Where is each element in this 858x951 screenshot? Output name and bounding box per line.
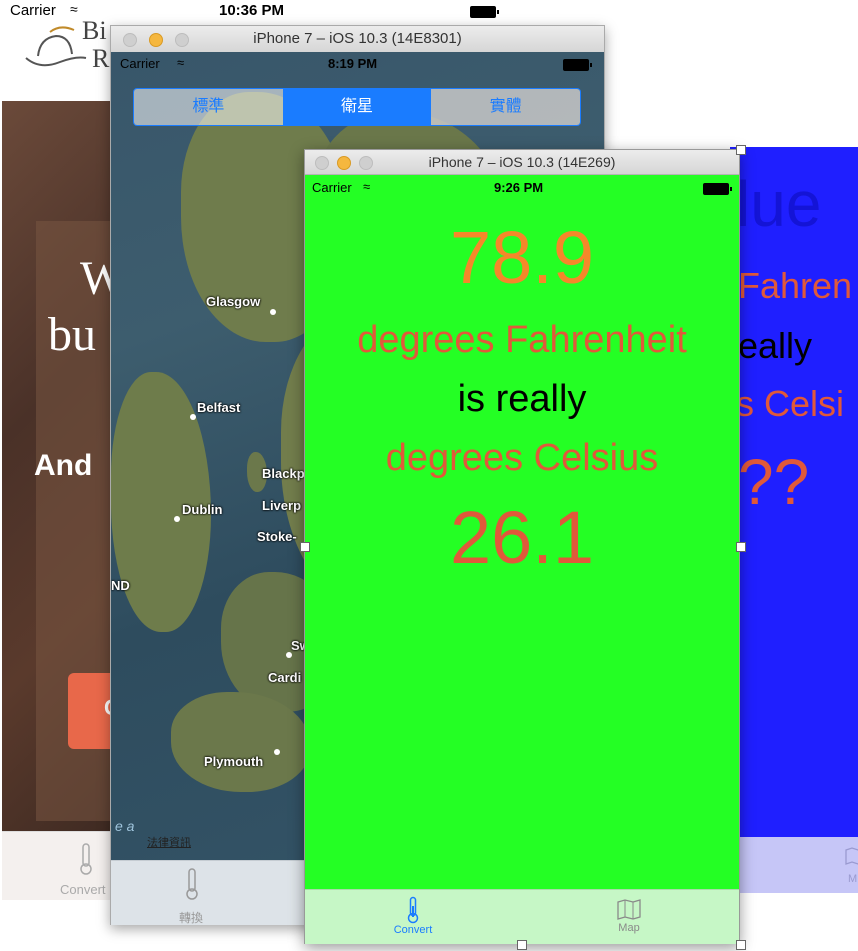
wifi-icon: ≈: [363, 179, 371, 194]
converter-carrier-label: Carrier: [312, 180, 352, 195]
map-window-title: iPhone 7 – iOS 10.3 (14E8301): [253, 30, 462, 47]
wifi-icon: ≈: [177, 55, 185, 70]
city-label-belfast: Belfast: [197, 400, 241, 415]
resize-handle-bottom-right[interactable]: [736, 940, 746, 950]
blue-celsius-partial: s Celsi: [736, 383, 845, 424]
city-label-dublin: Dublin: [182, 502, 223, 517]
city-label-glasgow: Glasgow: [206, 294, 261, 309]
window-minimize-button[interactable]: [149, 33, 163, 47]
map-type-segmented-control[interactable]: 標準 衛星 實體: [133, 88, 581, 126]
resize-handle-left-middle[interactable]: [300, 542, 310, 552]
battery-icon: [470, 6, 499, 18]
city-label-plymouth: Plymouth: [204, 754, 264, 769]
map-carrier-label: Carrier: [120, 56, 160, 71]
city-marker-swansea: [286, 652, 292, 658]
battery-icon: [703, 183, 732, 195]
city-marker-belfast: [190, 414, 196, 420]
city-label-liverpool: Liverp: [262, 498, 302, 513]
converter-time-label: 9:26 PM: [494, 180, 544, 195]
celsius-label: degrees Celsius: [385, 437, 659, 479]
city-label-cardiff: Cardi: [268, 670, 302, 685]
city-marker-glasgow: [270, 309, 276, 315]
resize-handle-bottom-middle[interactable]: [517, 940, 527, 950]
blue-fahrenheit-partial: Fahren: [738, 265, 853, 306]
segment-hybrid[interactable]: 實體: [431, 89, 580, 125]
back-tab-bar: Convert: [2, 831, 122, 900]
hero-heading-line2: bu: [48, 308, 96, 361]
converter-window-titlebar: iPhone 7 – iOS 10.3 (14E269): [305, 150, 739, 175]
blue-tab-map[interactable]: M: [834, 843, 858, 889]
celsius-value: 26.1: [449, 496, 595, 579]
blue-value-partial: lue: [736, 168, 822, 240]
tab-convert-label: Convert: [393, 924, 433, 936]
thermometer-icon: [80, 843, 92, 875]
city-label-blackpool: Blackp: [262, 466, 305, 481]
logo-text-1: Bi: [82, 16, 107, 45]
region-label-ireland-partial: ND: [111, 578, 130, 593]
window-minimize-button[interactable]: [337, 156, 351, 170]
converter-status-bar: Carrier ≈ 9:26 PM: [305, 176, 739, 198]
back-status-bar: Carrier ≈ 10:36 PM: [0, 0, 858, 22]
tab-map[interactable]: Map: [589, 894, 669, 942]
converter-tab-bar: Convert Map: [305, 889, 739, 944]
thermometer-icon: [186, 868, 198, 900]
battery-icon: [563, 59, 592, 71]
sea-label-partial: e a: [115, 818, 135, 834]
hero-subline: And: [34, 449, 93, 482]
website-hero: W bu And C: [2, 101, 128, 831]
map-window-titlebar: iPhone 7 – iOS 10.3 (14E8301): [111, 26, 604, 53]
resize-handle-top-right[interactable]: [736, 145, 746, 155]
city-marker-plymouth: [274, 749, 280, 755]
blue-really-partial: eally: [738, 325, 813, 366]
map-icon: [617, 899, 641, 920]
segment-satellite[interactable]: 衛星: [282, 89, 432, 125]
fahrenheit-label: degrees Fahrenheit: [357, 319, 687, 361]
thermometer-icon: [407, 896, 419, 924]
legal-link[interactable]: 法律資訊: [147, 834, 191, 850]
map-status-bar: Carrier ≈ 8:19 PM: [111, 52, 604, 74]
window-zoom-button[interactable]: [175, 33, 189, 47]
tab-map-label: Map: [618, 922, 640, 934]
map-time-label: 8:19 PM: [328, 56, 378, 71]
map-icon: [845, 847, 858, 865]
resize-handle-right-middle[interactable]: [736, 542, 746, 552]
blue-tab-map-label: M: [848, 873, 858, 885]
back-time-label: 10:36 PM: [219, 2, 285, 19]
website-logo: Bi R: [20, 14, 120, 74]
tab-convert[interactable]: Convert: [373, 894, 453, 942]
fahrenheit-value-field[interactable]: 78.9: [305, 216, 739, 300]
city-marker-dublin: [174, 516, 180, 522]
is-really-label: is really: [457, 378, 587, 420]
city-label-stoke: Stoke-: [257, 529, 297, 544]
blue-tab-bar: M: [730, 837, 858, 893]
segment-standard[interactable]: 標準: [134, 89, 283, 125]
blue-unknown-value: ??: [738, 446, 810, 518]
converter-window-title: iPhone 7 – iOS 10.3 (14E269): [428, 154, 616, 170]
logo-text-2: R: [92, 44, 110, 73]
window-close-button[interactable]: [315, 156, 329, 170]
map-tab-convert-label: 轉換: [179, 911, 204, 925]
window-zoom-button[interactable]: [359, 156, 373, 170]
window-close-button[interactable]: [123, 33, 137, 47]
converter-simulator-window: iPhone 7 – iOS 10.3 (14E269) Carrier ≈ 9…: [304, 149, 740, 944]
blue-screen: lue Fahren eally s Celsi ??: [730, 147, 858, 837]
map-tab-convert[interactable]: 轉換: [167, 865, 217, 925]
back-tab-convert-label: Convert: [60, 882, 106, 897]
